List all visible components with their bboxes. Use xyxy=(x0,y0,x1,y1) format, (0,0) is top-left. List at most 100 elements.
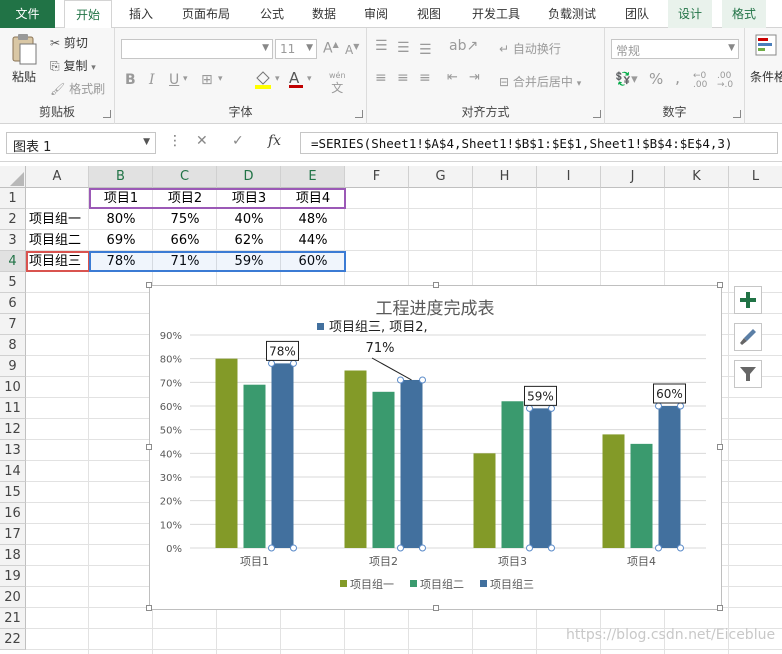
increase-indent-icon[interactable]: ⇥ xyxy=(469,70,480,85)
column-header-f[interactable]: F xyxy=(345,166,409,188)
column-header-c[interactable]: C xyxy=(153,166,217,188)
merge-center-button[interactable]: ⊟ 合并后居中 ▾ xyxy=(499,73,581,90)
chevron-down-icon[interactable]: ▾ xyxy=(183,74,188,84)
align-bottom-icon[interactable]: ☰ xyxy=(419,42,432,58)
italic-icon[interactable]: I xyxy=(149,72,155,88)
underline-icon[interactable]: U xyxy=(169,72,179,88)
tab-design[interactable]: 设计 xyxy=(668,0,712,28)
row-header-21[interactable]: 21 xyxy=(0,608,26,629)
row-header-16[interactable]: 16 xyxy=(0,503,26,524)
column-header-h[interactable]: H xyxy=(473,166,537,188)
tab-team[interactable]: 团队 xyxy=(615,0,659,28)
column-header-g[interactable]: G xyxy=(409,166,473,188)
cell-d3[interactable]: 62% xyxy=(217,230,281,251)
row-header-9[interactable]: 9 xyxy=(0,356,26,377)
cell-c2[interactable]: 75% xyxy=(153,209,217,230)
cell-c3[interactable]: 66% xyxy=(153,230,217,251)
row-header-20[interactable]: 20 xyxy=(0,587,26,608)
row-header-3[interactable]: 3 xyxy=(0,230,26,251)
wrap-text-button[interactable]: ↵ 自动换行 xyxy=(499,40,561,57)
row-header-13[interactable]: 13 xyxy=(0,440,26,461)
align-middle-icon[interactable]: ☰ xyxy=(397,40,410,56)
font-size-combo[interactable]: 11 ▼ xyxy=(275,39,317,59)
column-header-l[interactable]: L xyxy=(729,166,782,188)
format-painter-button[interactable]: 🖌 格式刷 xyxy=(50,80,105,97)
alignment-launcher-icon[interactable] xyxy=(593,110,601,118)
tab-page-layout[interactable]: 页面布局 xyxy=(172,0,240,28)
row-header-4[interactable]: 4 xyxy=(0,251,26,272)
tab-format[interactable]: 格式 xyxy=(722,0,766,28)
row-header-5[interactable]: 5 xyxy=(0,272,26,293)
column-header-d[interactable]: D xyxy=(217,166,281,188)
cell-b4[interactable]: 78% xyxy=(89,251,153,272)
phonetic-guide-icon[interactable]: wén 文 xyxy=(329,68,346,94)
formula-input[interactable]: =SERIES(Sheet1!$A$4,Sheet1!$B$1:$E$1,She… xyxy=(300,132,778,154)
cell-d1[interactable]: 项目3 xyxy=(217,188,281,209)
enter-icon[interactable]: ✓ xyxy=(232,133,244,149)
row-header-11[interactable]: 11 xyxy=(0,398,26,419)
chevron-down-icon[interactable]: ▾ xyxy=(218,74,223,84)
align-top-icon[interactable]: ☰ xyxy=(375,38,388,54)
column-header-k[interactable]: K xyxy=(665,166,729,188)
select-all-corner[interactable] xyxy=(0,166,26,188)
cell-d4[interactable]: 59% xyxy=(217,251,281,272)
row-header-1[interactable]: 1 xyxy=(0,188,26,209)
tab-review[interactable]: 审阅 xyxy=(352,0,400,28)
cell-c1[interactable]: 项目2 xyxy=(153,188,217,209)
currency-icon[interactable]: 💱▾ xyxy=(615,72,638,87)
chart-object[interactable]: 工程进度完成表 0% 10% 20% 30% 40% 50% 60% 70% 80% 90% 项目1 项… xyxy=(146,282,723,611)
chart-styles-button[interactable] xyxy=(734,323,762,351)
paste-icon[interactable] xyxy=(8,32,44,68)
cancel-icon[interactable]: ✕ xyxy=(196,133,208,149)
tab-load-test[interactable]: 负载测试 xyxy=(536,0,608,28)
cell-e3[interactable]: 44% xyxy=(281,230,345,251)
row-header-18[interactable]: 18 xyxy=(0,545,26,566)
row-header-17[interactable]: 17 xyxy=(0,524,26,545)
row-header-14[interactable]: 14 xyxy=(0,461,26,482)
row-header-22[interactable]: 22 xyxy=(0,629,26,650)
shrink-font-icon[interactable]: A▼ xyxy=(345,42,359,57)
percent-icon[interactable]: % xyxy=(649,70,663,88)
name-box[interactable]: 图表 1 ▼ xyxy=(6,132,156,155)
column-header-b[interactable]: B xyxy=(89,166,153,188)
row-header-2[interactable]: 2 xyxy=(0,209,26,230)
conditional-format-label[interactable]: 条件格 xyxy=(750,68,782,85)
column-header-a[interactable]: A xyxy=(26,166,89,188)
tab-formulas[interactable]: 公式 xyxy=(248,0,296,28)
tab-developer[interactable]: 开发工具 xyxy=(462,0,530,28)
decrease-decimal-icon[interactable]: .00 →.0 xyxy=(717,72,733,90)
cell-a2[interactable]: 项目组一 xyxy=(29,209,89,230)
row-header-15[interactable]: 15 xyxy=(0,482,26,503)
align-right-icon[interactable]: ≡ xyxy=(419,70,431,86)
cell-a3[interactable]: 项目组二 xyxy=(29,230,89,251)
tab-file[interactable]: 文件 xyxy=(0,0,55,28)
comma-icon[interactable]: , xyxy=(675,68,680,87)
tab-data[interactable]: 数据 xyxy=(300,0,348,28)
chevron-down-icon[interactable]: ▾ xyxy=(275,74,280,84)
chart-filters-button[interactable] xyxy=(734,360,762,388)
cell-a4[interactable]: 项目组三 xyxy=(29,251,89,272)
row-header-19[interactable]: 19 xyxy=(0,566,26,587)
conditional-format-icon[interactable] xyxy=(755,34,777,59)
cell-c4[interactable]: 71% xyxy=(153,251,217,272)
cell-e2[interactable]: 48% xyxy=(281,209,345,230)
font-color-icon[interactable]: A xyxy=(289,69,303,88)
tab-insert[interactable]: 插入 xyxy=(117,0,165,28)
cell-e4[interactable]: 60% xyxy=(281,251,345,272)
more-options-icon[interactable]: ⋮ xyxy=(168,133,182,149)
align-left-icon[interactable]: ≡ xyxy=(375,70,387,86)
number-launcher-icon[interactable] xyxy=(733,110,741,118)
row-header-10[interactable]: 10 xyxy=(0,377,26,398)
align-center-icon[interactable]: ≡ xyxy=(397,70,409,86)
cell-b1[interactable]: 项目1 xyxy=(89,188,153,209)
font-name-combo[interactable]: ▼ xyxy=(121,39,273,59)
cell-b3[interactable]: 69% xyxy=(89,230,153,251)
column-header-i[interactable]: I xyxy=(537,166,601,188)
number-format-combo[interactable]: 常规 ▼ xyxy=(611,39,739,59)
cell-b2[interactable]: 80% xyxy=(89,209,153,230)
border-icon[interactable]: ⊞ xyxy=(201,72,213,88)
tab-home[interactable]: 开始 xyxy=(64,0,112,29)
row-header-8[interactable]: 8 xyxy=(0,335,26,356)
increase-decimal-icon[interactable]: ←0.00 xyxy=(693,72,707,90)
font-launcher-icon[interactable] xyxy=(355,110,363,118)
